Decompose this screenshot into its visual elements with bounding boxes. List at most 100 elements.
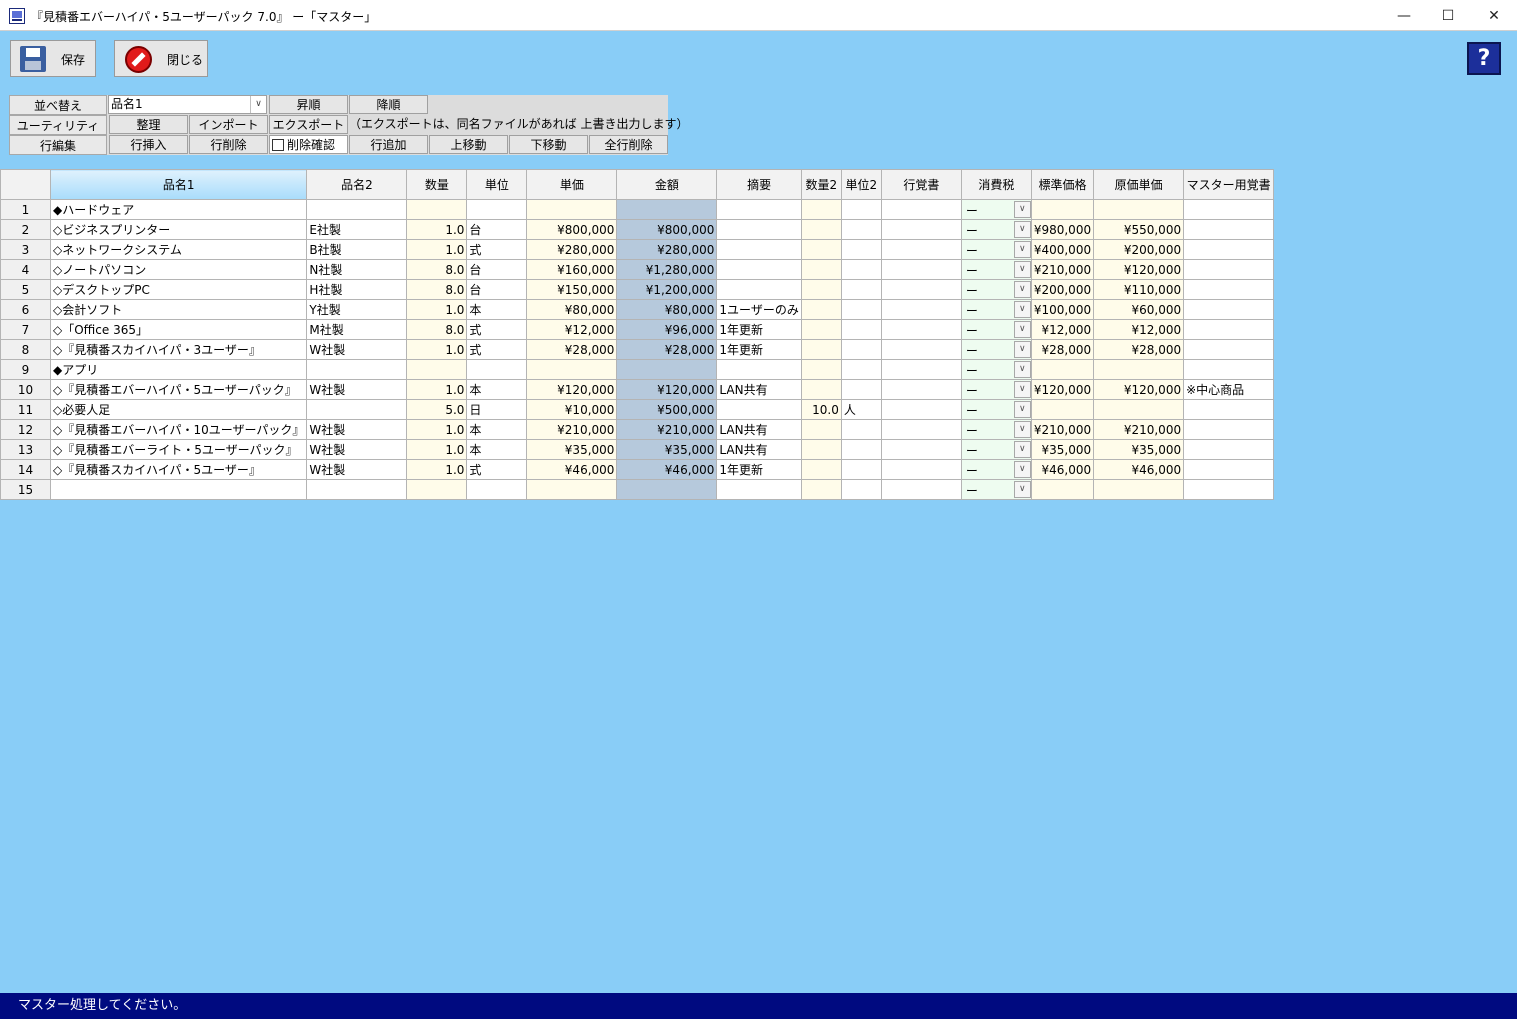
cell-tax[interactable]: ー ∨ — [960, 299, 1032, 320]
cell-standard-price[interactable]: ¥46,000 — [1030, 459, 1095, 480]
chevron-down-icon[interactable]: ∨ — [1013, 281, 1031, 298]
cell-cost[interactable]: ¥200,000 — [1093, 239, 1185, 260]
cell-standard-price[interactable]: ¥980,000 — [1030, 219, 1095, 240]
cell-amount[interactable] — [616, 479, 718, 500]
cell-tax[interactable]: ー ∨ — [960, 259, 1032, 280]
row-number[interactable]: 15 — [0, 479, 51, 500]
cell-name1[interactable]: ◆ハードウェア — [49, 199, 308, 220]
descending-button[interactable]: 降順 — [349, 95, 428, 114]
cell-qty2[interactable] — [800, 359, 842, 380]
cell-memo[interactable] — [880, 379, 962, 400]
cell-price[interactable] — [526, 479, 618, 500]
cell-qty2[interactable] — [800, 299, 842, 320]
insert-row-button[interactable]: 行挿入 — [109, 135, 188, 154]
row-number[interactable]: 3 — [0, 239, 51, 260]
col-header-name2[interactable]: 品名2 — [306, 169, 408, 200]
close-window-icon[interactable]: ✕ — [1471, 0, 1517, 31]
cell-standard-price[interactable] — [1030, 479, 1095, 500]
cell-cost[interactable]: ¥110,000 — [1093, 279, 1185, 300]
cell-price[interactable]: ¥210,000 — [526, 419, 618, 440]
cell-qty[interactable]: 8.0 — [406, 319, 468, 340]
cell-standard-price[interactable]: ¥12,000 — [1030, 319, 1095, 340]
cell-master-memo[interactable] — [1183, 279, 1275, 300]
cell-amount[interactable]: ¥120,000 — [616, 379, 718, 400]
row-number[interactable]: 7 — [0, 319, 51, 340]
cell-qty2[interactable] — [800, 459, 842, 480]
cell-qty[interactable]: 1.0 — [406, 239, 468, 260]
import-button[interactable]: インポート — [189, 115, 268, 134]
chevron-down-icon[interactable]: ∨ — [1013, 381, 1031, 398]
row-number[interactable]: 11 — [0, 399, 51, 420]
cell-unit[interactable]: 日 — [466, 399, 528, 420]
row-number[interactable]: 4 — [0, 259, 51, 280]
cell-master-memo[interactable] — [1183, 239, 1275, 260]
cell-qty2[interactable] — [800, 219, 842, 240]
cell-amount[interactable]: ¥800,000 — [616, 219, 718, 240]
cell-standard-price[interactable]: ¥100,000 — [1030, 299, 1095, 320]
cell-unit[interactable] — [466, 199, 528, 220]
save-button[interactable]: 保存 — [10, 40, 96, 77]
cell-name1[interactable]: ◇「Office 365」 — [49, 319, 308, 340]
cell-master-memo[interactable]: ※中心商品 — [1183, 379, 1275, 400]
cell-price[interactable]: ¥800,000 — [526, 219, 618, 240]
cell-name2[interactable]: W社製 — [306, 419, 408, 440]
cell-unit[interactable]: 台 — [466, 219, 528, 240]
export-button[interactable]: エクスポート — [269, 115, 348, 134]
cell-tax[interactable]: ー ∨ — [960, 279, 1032, 300]
cell-note[interactable] — [716, 199, 802, 220]
cell-unit2[interactable]: 人 — [840, 399, 882, 420]
cell-name2[interactable]: B社製 — [306, 239, 408, 260]
cell-name2[interactable] — [306, 199, 408, 220]
cell-name2[interactable]: W社製 — [306, 379, 408, 400]
minimize-icon[interactable]: — — [1381, 0, 1427, 31]
cell-qty2[interactable] — [800, 319, 842, 340]
cell-unit2[interactable] — [840, 379, 882, 400]
col-header-price[interactable]: 単価 — [526, 169, 618, 200]
cell-qty[interactable]: 5.0 — [406, 399, 468, 420]
cell-price[interactable]: ¥28,000 — [526, 339, 618, 360]
cell-cost[interactable]: ¥60,000 — [1093, 299, 1185, 320]
cell-standard-price[interactable]: ¥35,000 — [1030, 439, 1095, 460]
chevron-down-icon[interactable]: ∨ — [1013, 241, 1031, 258]
cell-note[interactable] — [716, 479, 802, 500]
move-down-button[interactable]: 下移動 — [509, 135, 588, 154]
cell-qty[interactable]: 8.0 — [406, 279, 468, 300]
cell-qty[interactable]: 1.0 — [406, 419, 468, 440]
cell-price[interactable]: ¥46,000 — [526, 459, 618, 480]
cell-memo[interactable] — [880, 239, 962, 260]
cell-name1[interactable]: ◇『見積番エバーハイパ・10ユーザーパック』 — [49, 419, 308, 440]
cell-amount[interactable]: ¥1,280,000 — [616, 259, 718, 280]
cell-note[interactable]: 1年更新 — [716, 459, 802, 480]
cell-unit[interactable]: 台 — [466, 279, 528, 300]
cell-unit[interactable]: 式 — [466, 239, 528, 260]
cell-master-memo[interactable] — [1183, 299, 1275, 320]
cell-qty2[interactable] — [800, 339, 842, 360]
cell-qty2[interactable] — [800, 199, 842, 220]
cell-master-memo[interactable] — [1183, 259, 1275, 280]
cell-unit[interactable] — [466, 359, 528, 380]
col-header-note[interactable]: 摘要 — [716, 169, 802, 200]
cell-unit2[interactable] — [840, 439, 882, 460]
cell-cost[interactable]: ¥46,000 — [1093, 459, 1185, 480]
cell-memo[interactable] — [880, 479, 962, 500]
cell-memo[interactable] — [880, 319, 962, 340]
cell-qty[interactable]: 1.0 — [406, 459, 468, 480]
cell-cost[interactable]: ¥12,000 — [1093, 319, 1185, 340]
cell-price[interactable]: ¥35,000 — [526, 439, 618, 460]
cell-unit2[interactable] — [840, 259, 882, 280]
row-number[interactable]: 1 — [0, 199, 51, 220]
cell-name1[interactable]: ◇会計ソフト — [49, 299, 308, 320]
cell-unit[interactable]: 台 — [466, 259, 528, 280]
cell-name1[interactable]: ◇『見積番エバーハイパ・5ユーザーパック』 — [49, 379, 308, 400]
cell-memo[interactable] — [880, 199, 962, 220]
clear-all-rows-button[interactable]: 全行削除 — [589, 135, 668, 154]
cell-qty[interactable]: 1.0 — [406, 219, 468, 240]
cell-unit[interactable]: 式 — [466, 339, 528, 360]
cell-amount[interactable]: ¥280,000 — [616, 239, 718, 260]
cell-master-memo[interactable] — [1183, 319, 1275, 340]
cell-name1[interactable]: ◇『見積番スカイハイパ・3ユーザー』 — [49, 339, 308, 360]
cell-master-memo[interactable] — [1183, 399, 1275, 420]
cell-master-memo[interactable] — [1183, 419, 1275, 440]
cell-master-memo[interactable] — [1183, 479, 1275, 500]
cell-note[interactable] — [716, 219, 802, 240]
